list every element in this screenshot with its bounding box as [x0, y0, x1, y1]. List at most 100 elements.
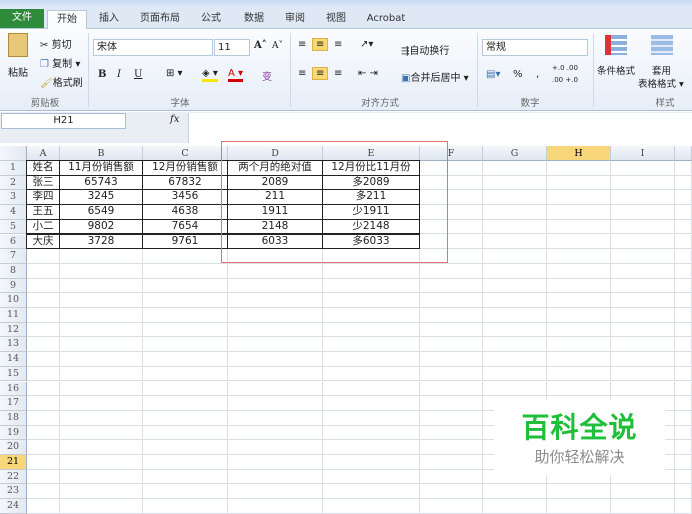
cell[interactable] — [323, 278, 420, 294]
cell[interactable] — [611, 381, 675, 397]
currency-icon[interactable]: ▤▾ — [486, 69, 500, 80]
cell[interactable] — [60, 308, 143, 323]
cell[interactable] — [60, 455, 143, 470]
cell[interactable] — [27, 278, 60, 294]
align-middle-icon[interactable]: ≡ — [312, 38, 329, 51]
cell[interactable] — [611, 205, 675, 220]
column-header[interactable] — [675, 146, 692, 161]
cell[interactable] — [27, 293, 60, 308]
cell[interactable] — [60, 396, 143, 411]
cell[interactable] — [547, 484, 611, 500]
cell[interactable] — [675, 499, 692, 514]
cell[interactable] — [483, 499, 547, 514]
align-top-icon[interactable]: ≡ — [298, 39, 306, 50]
cell[interactable] — [27, 263, 60, 279]
cell[interactable] — [27, 381, 60, 397]
percent-button[interactable]: % — [513, 69, 523, 80]
cell[interactable] — [143, 263, 228, 279]
cell[interactable] — [483, 219, 547, 235]
cell[interactable] — [611, 484, 675, 500]
bold-button[interactable]: B — [98, 69, 106, 80]
row-header[interactable]: 16 — [0, 381, 27, 397]
cell[interactable] — [675, 190, 692, 206]
cell[interactable] — [143, 352, 228, 367]
cell[interactable] — [675, 219, 692, 235]
row-header[interactable]: 4 — [0, 205, 27, 220]
cell[interactable] — [547, 337, 611, 353]
cell[interactable] — [27, 352, 60, 367]
cell[interactable] — [483, 293, 547, 308]
row-header[interactable]: 2 — [0, 175, 27, 191]
cell[interactable] — [420, 396, 483, 411]
align-left-icon[interactable]: ≡ — [298, 68, 306, 79]
cell[interactable] — [675, 440, 692, 455]
cell[interactable] — [420, 337, 483, 353]
cell[interactable] — [420, 425, 483, 441]
tab-insert[interactable]: 插入 — [90, 10, 128, 29]
cell[interactable] — [483, 249, 547, 264]
cell[interactable] — [547, 381, 611, 397]
cell[interactable] — [143, 410, 228, 426]
cell[interactable] — [483, 205, 547, 220]
cell[interactable] — [60, 263, 143, 279]
row-header[interactable]: 18 — [0, 410, 27, 426]
cell[interactable] — [675, 381, 692, 397]
cell[interactable] — [143, 499, 228, 514]
cell[interactable] — [228, 366, 323, 382]
cell[interactable] — [228, 381, 323, 397]
cell[interactable] — [611, 337, 675, 353]
orientation-icon[interactable]: ↗▾ — [360, 39, 373, 50]
table-cell[interactable]: 65743 — [59, 174, 143, 191]
cell[interactable] — [483, 190, 547, 206]
row-header[interactable]: 22 — [0, 469, 27, 485]
table-format-button[interactable]: 套用 — [652, 63, 671, 77]
cell[interactable] — [228, 293, 323, 308]
row-header[interactable]: 12 — [0, 322, 27, 338]
tab-view[interactable]: 视图 — [318, 10, 354, 29]
row-header[interactable]: 10 — [0, 293, 27, 308]
cell[interactable] — [675, 469, 692, 485]
cell[interactable] — [420, 366, 483, 382]
table-cell[interactable]: 大庆 — [26, 233, 60, 250]
cell[interactable] — [323, 499, 420, 514]
cell[interactable] — [675, 337, 692, 353]
tab-page-layout[interactable]: 页面布局 — [134, 10, 186, 29]
cell[interactable] — [611, 219, 675, 235]
cell[interactable] — [60, 249, 143, 264]
cell[interactable] — [323, 440, 420, 455]
align-right-icon[interactable]: ≡ — [334, 68, 342, 79]
cell[interactable] — [611, 366, 675, 382]
cell[interactable] — [143, 308, 228, 323]
cell[interactable] — [323, 410, 420, 426]
row-header[interactable]: 17 — [0, 396, 27, 411]
cell[interactable] — [323, 484, 420, 500]
cell[interactable] — [323, 337, 420, 353]
cell[interactable] — [675, 175, 692, 191]
cell[interactable] — [323, 366, 420, 382]
number-format-select[interactable]: 常规 — [482, 39, 588, 56]
cell[interactable] — [675, 484, 692, 500]
cell[interactable] — [611, 352, 675, 367]
indent-icon[interactable]: ⇤ ⇥ — [358, 68, 378, 79]
cell[interactable] — [228, 337, 323, 353]
comma-button[interactable]: , — [536, 69, 539, 80]
cell[interactable] — [323, 308, 420, 323]
cell[interactable] — [420, 352, 483, 367]
wrap-text-button[interactable]: ⇶自动换行 — [401, 42, 449, 57]
cell[interactable] — [60, 322, 143, 338]
cell[interactable] — [143, 425, 228, 441]
cell[interactable] — [420, 455, 483, 470]
fill-color-icon[interactable]: ◈ ▾ — [202, 68, 218, 82]
cell[interactable] — [228, 396, 323, 411]
cell[interactable] — [60, 337, 143, 353]
cell[interactable] — [27, 484, 60, 500]
row-header[interactable]: 15 — [0, 366, 27, 382]
cell[interactable] — [27, 499, 60, 514]
cell[interactable] — [611, 499, 675, 514]
column-header[interactable]: C — [143, 146, 228, 161]
cell[interactable] — [323, 381, 420, 397]
cell[interactable] — [323, 322, 420, 338]
cell[interactable] — [547, 205, 611, 220]
cell[interactable] — [483, 322, 547, 338]
cell[interactable] — [611, 234, 675, 250]
